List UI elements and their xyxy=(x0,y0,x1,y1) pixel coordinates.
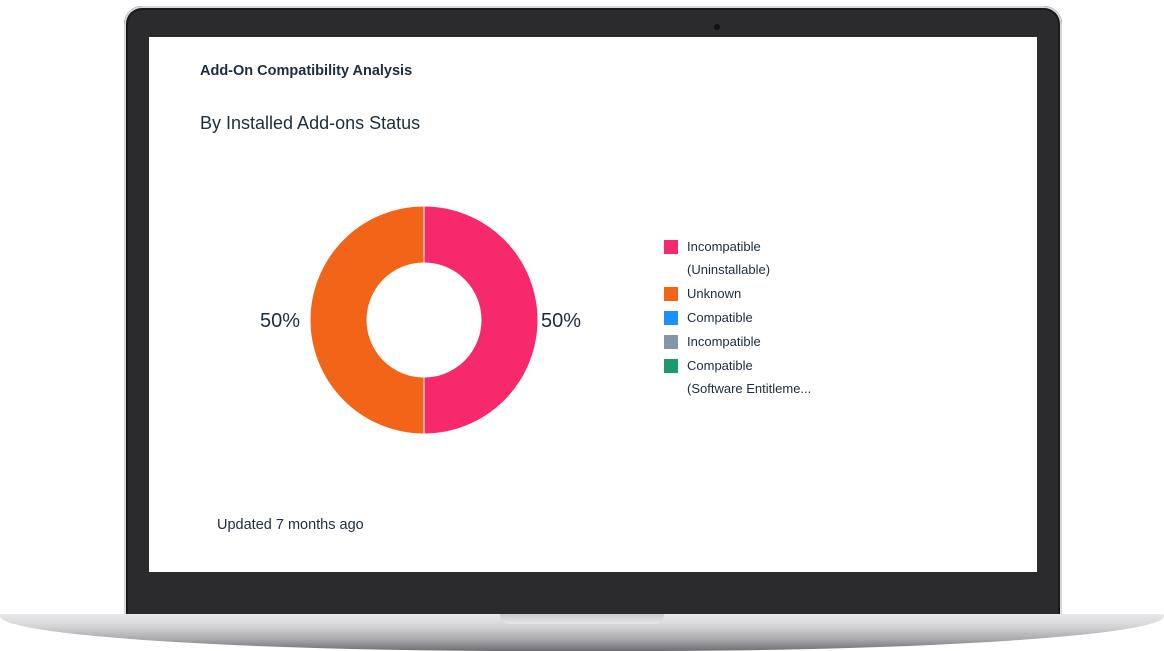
legend-label: Unknown xyxy=(687,286,742,301)
legend-label: Compatible (Software Entitleme... xyxy=(687,358,812,396)
legend-swatch xyxy=(664,287,678,301)
laptop-notch xyxy=(500,614,664,624)
legend-label: Compatible xyxy=(687,310,753,325)
legend-swatch xyxy=(664,311,678,325)
updated-timestamp: Updated 7 months ago xyxy=(217,517,364,533)
legend-item[interactable]: Incompatible xyxy=(664,333,864,353)
legend-item[interactable]: Unknown xyxy=(664,285,864,305)
donut-slice-incompatible-uninstallable[interactable] xyxy=(423,205,539,435)
camera-icon xyxy=(714,24,720,30)
slice-label-unknown: 50% xyxy=(260,310,301,332)
legend-swatch xyxy=(664,359,678,373)
legend-item[interactable]: Compatible xyxy=(664,309,864,329)
legend-label: Incompatible xyxy=(687,334,761,349)
donut-slice-unknown[interactable] xyxy=(309,205,425,435)
card-title: Add-On Compatibility Analysis xyxy=(200,63,413,79)
legend-label: Incompatible (Uninstallable) xyxy=(687,239,771,277)
legend-swatch xyxy=(664,240,678,254)
legend-item[interactable]: Compatible (Software Entitleme... xyxy=(664,357,864,400)
slice-label-incompatible-uninstallable: 50% xyxy=(541,310,582,332)
card-subtitle: By Installed Add-ons Status xyxy=(200,113,421,133)
analytics-card[interactable]: Add-On Compatibility Analysis By Install… xyxy=(149,37,1037,572)
legend-swatch xyxy=(664,335,678,349)
chart-legend: Incompatible (Uninstallable) Unknown Com… xyxy=(664,238,864,404)
legend-item[interactable]: Incompatible (Uninstallable) xyxy=(664,238,864,281)
donut-chart[interactable] xyxy=(309,205,539,435)
